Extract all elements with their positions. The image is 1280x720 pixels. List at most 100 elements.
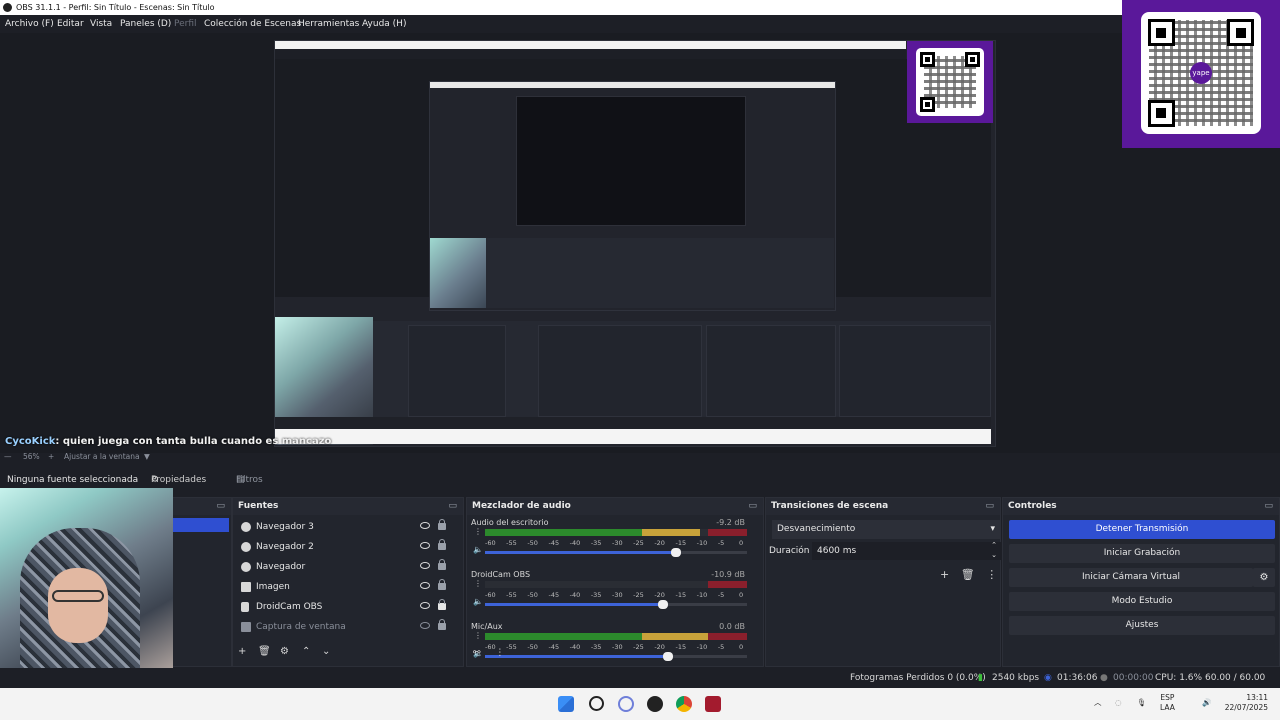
nested-taskbar <box>275 429 991 444</box>
source-item[interactable]: DroidCam OBS <box>238 597 458 617</box>
speaker-icon[interactable]: 🔈 <box>473 597 483 606</box>
volume-slider[interactable] <box>485 600 747 609</box>
channel-menu-icon[interactable]: ⋮ <box>474 579 482 588</box>
slider-knob[interactable] <box>658 600 669 609</box>
scene-item-selected[interactable] <box>171 518 229 532</box>
tick-label: 0 <box>739 539 744 547</box>
menu-vista[interactable]: Vista <box>90 15 112 33</box>
chevron-down-icon: ▾ <box>990 524 995 534</box>
tick-label: -30 <box>612 643 623 651</box>
clock[interactable]: 13:11 22/07/2025 <box>1222 693 1268 713</box>
slider-knob[interactable] <box>671 548 682 557</box>
search-icon[interactable] <box>589 696 604 711</box>
channel-menu-icon[interactable]: ⋮ <box>474 527 482 536</box>
dock-undock-icon[interactable]: ▭ <box>448 498 457 515</box>
eye-icon[interactable] <box>420 582 430 589</box>
menu-ayuda[interactable]: Ayuda (H) <box>362 15 406 33</box>
lock-icon[interactable] <box>438 619 446 630</box>
source-item[interactable]: Imagen <box>238 577 458 597</box>
microphone-icon[interactable]: 🎙 <box>1137 698 1147 708</box>
settings-button[interactable]: Ajustes <box>1009 616 1275 635</box>
menu-archivo[interactable]: Archivo (F) <box>5 15 54 33</box>
dropped-frames: Fotogramas Perdidos 0 (0.0%) <box>850 673 986 683</box>
dock-undock-icon[interactable]: ▭ <box>748 498 757 515</box>
eye-hidden-icon[interactable] <box>420 622 430 629</box>
sources-title: Fuentes <box>238 501 279 511</box>
studio-mode-button[interactable]: Modo Estudio <box>1009 592 1275 611</box>
lock-icon[interactable] <box>438 539 446 550</box>
lock-icon[interactable] <box>438 579 446 590</box>
source-item[interactable]: Navegador 2 <box>238 537 458 557</box>
lock-icon[interactable] <box>438 599 446 610</box>
eye-icon[interactable] <box>420 562 430 569</box>
gear-icon[interactable]: ⚙ <box>280 646 289 657</box>
up-arrow-icon[interactable]: ⌃ <box>302 646 310 657</box>
channel-db: -9.2 dB <box>716 518 745 527</box>
volume-slider[interactable] <box>485 652 747 661</box>
transition-select[interactable]: Desvanecimiento ▾ <box>772 520 1001 539</box>
source-item[interactable]: Captura de ventana <box>238 617 458 637</box>
lock-icon[interactable] <box>438 519 446 530</box>
stop-streaming-button[interactable]: Detener Transmisión <box>1009 520 1275 539</box>
speaker-icon[interactable]: 🔈 <box>473 545 483 554</box>
menu-paneles[interactable]: Paneles (D) <box>120 15 171 33</box>
windows-start-icon[interactable] <box>558 696 574 712</box>
source-label: Imagen <box>256 582 290 592</box>
mixer-toolbar: ⚯ ⋮ <box>473 648 504 658</box>
duration-input[interactable]: 4600 ms ⌃ ⌄ <box>812 540 1001 560</box>
stepper-icon[interactable]: ⌃ ⌄ <box>991 540 997 560</box>
add-icon[interactable]: + <box>940 568 949 581</box>
trash-icon[interactable]: 🗑 <box>961 568 975 581</box>
transitions-toolbar: + 🗑 ⋮ <box>940 568 997 581</box>
tick-label: -40 <box>569 643 581 651</box>
browser-icon <box>241 562 251 572</box>
zoom-in-button[interactable]: + <box>48 452 54 461</box>
eye-icon[interactable] <box>420 522 430 529</box>
tick-label: -20 <box>654 539 665 547</box>
sources-dock: Fuentes ▭ Navegador 3 Navegador 2 Navegad… <box>232 497 464 667</box>
link-icon[interactable]: ⚯ <box>473 648 481 658</box>
start-recording-button[interactable]: Iniciar Grabación <box>1009 544 1275 563</box>
nested-inner-capture <box>429 81 836 311</box>
channel-menu-icon[interactable]: ⋮ <box>474 631 482 640</box>
lock-icon[interactable] <box>438 559 446 570</box>
menu-coleccion-escenas[interactable]: Colección de Escenas <box>204 15 301 33</box>
webcam-overlay <box>0 488 173 688</box>
source-item[interactable]: Navegador 3 <box>238 517 458 537</box>
down-arrow-icon[interactable]: ⌄ <box>322 646 330 657</box>
add-icon[interactable]: + <box>238 646 246 657</box>
nested-titlebar <box>275 41 906 49</box>
more-menu-icon[interactable]: ⋮ <box>986 568 997 581</box>
network-icon[interactable]: ◌ <box>1115 698 1122 708</box>
tick-label: -40 <box>569 591 581 599</box>
chrome-icon[interactable] <box>676 696 692 712</box>
eye-icon[interactable] <box>420 602 430 609</box>
tick-label: -20 <box>654 643 665 651</box>
chevron-up-icon[interactable]: ︿ <box>1094 698 1102 708</box>
mixer-channel: Audio del escritorio -9.2 dB ⋮ 🔈 -60 -55 -50 -4… <box>471 518 749 570</box>
volume-icon[interactable]: 🔊 <box>1202 698 1211 708</box>
qr-badge: yape <box>1122 0 1280 148</box>
menu-herramientas[interactable]: Herramientas <box>298 15 359 33</box>
cortana-icon[interactable] <box>618 696 634 712</box>
fit-window-label[interactable]: Ajustar a la ventana <box>64 452 140 461</box>
menu-editar[interactable]: Editar <box>57 15 84 33</box>
volume-slider[interactable] <box>485 548 747 557</box>
start-virtual-camera-button[interactable]: Iniciar Cámara Virtual <box>1009 568 1253 587</box>
more-menu-icon[interactable]: ⋮ <box>495 648 504 658</box>
trash-icon[interactable]: 🗑 <box>258 646 271 657</box>
source-item[interactable]: Navegador <box>238 557 458 577</box>
dock-undock-icon[interactable]: ▭ <box>1264 498 1273 515</box>
virtual-camera-settings-button[interactable]: ⚙ <box>1253 568 1275 587</box>
dock-undock-icon[interactable]: ▭ <box>216 498 225 515</box>
record-icon: ● <box>1100 673 1108 683</box>
app-icon[interactable] <box>705 696 721 712</box>
dock-undock-icon[interactable]: ▭ <box>985 498 994 515</box>
chevron-down-icon[interactable]: ▼ <box>144 452 150 461</box>
selected-source-label: Ninguna fuente seleccionada <box>7 475 139 485</box>
slider-knob[interactable] <box>663 652 674 661</box>
minus-icon[interactable]: — <box>4 452 12 461</box>
eye-icon[interactable] <box>420 542 430 549</box>
obs-taskbar-icon[interactable] <box>647 696 663 712</box>
language-indicator[interactable]: ESP LAA <box>1160 693 1175 713</box>
